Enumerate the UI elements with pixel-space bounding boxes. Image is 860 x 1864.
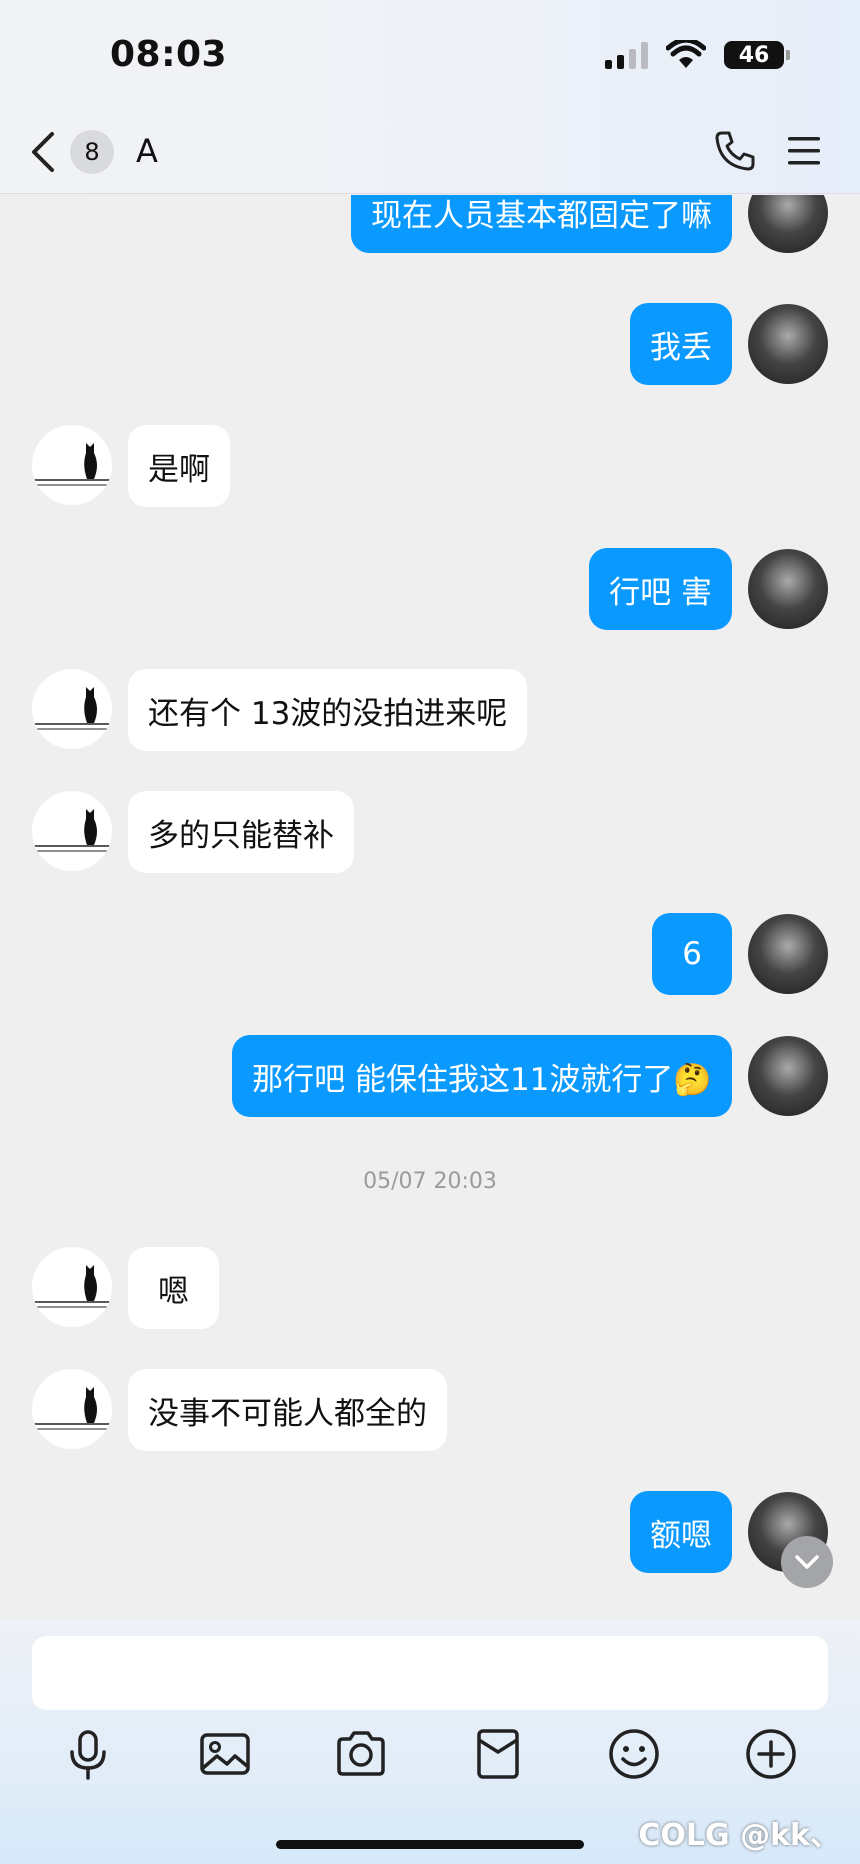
my-avatar[interactable]: [748, 549, 828, 629]
contact-avatar[interactable]: [32, 1247, 112, 1327]
status-icons: 46: [605, 40, 790, 70]
unread-badge[interactable]: 8: [70, 130, 114, 174]
message-bubble-sent[interactable]: 那行吧 能保住我这11波就行了🤔: [232, 1035, 732, 1117]
message-list[interactable]: 现在人员基本都固定了嘛 我丢 是啊 行吧 害 还有个 13波的没拍进来呢 多的只…: [0, 195, 860, 1620]
my-avatar[interactable]: [748, 914, 828, 994]
watermark: COLG @kk、: [638, 1818, 840, 1853]
microphone-icon[interactable]: [60, 1726, 116, 1782]
composer: COLG @kk、: [0, 1620, 860, 1864]
message-input[interactable]: [32, 1636, 828, 1710]
my-avatar[interactable]: [748, 195, 828, 253]
battery-level: 46: [738, 42, 770, 68]
message-bubble-sent[interactable]: 6: [652, 913, 732, 995]
message-bubble-received[interactable]: 多的只能替补: [128, 791, 354, 873]
message-bubble-received[interactable]: 是啊: [128, 425, 230, 507]
cat-silhouette-icon: [32, 1387, 112, 1430]
my-avatar[interactable]: [748, 1036, 828, 1116]
message-bubble-sent[interactable]: 行吧 害: [589, 548, 732, 630]
emoji-icon[interactable]: [606, 1726, 662, 1782]
plus-icon[interactable]: [743, 1726, 799, 1782]
my-avatar[interactable]: [748, 304, 828, 384]
cat-silhouette-icon: [32, 443, 112, 486]
signal-icon: [605, 41, 648, 69]
status-time: 08:03: [110, 34, 228, 75]
chat-title: A: [136, 132, 158, 170]
contact-avatar[interactable]: [32, 791, 112, 871]
time-separator: 05/07 20:03: [363, 1169, 497, 1194]
camera-icon[interactable]: [333, 1726, 389, 1782]
message-bubble-received[interactable]: 嗯: [128, 1247, 219, 1329]
wifi-icon: [666, 40, 706, 68]
message-bubble-received[interactable]: 没事不可能人都全的: [128, 1369, 447, 1451]
battery-icon: 46: [724, 41, 790, 69]
red-packet-icon[interactable]: [470, 1726, 526, 1782]
message-bubble-sent[interactable]: 额嗯: [630, 1491, 732, 1573]
message-bubble-sent[interactable]: 我丢: [630, 303, 732, 385]
home-indicator[interactable]: [276, 1840, 584, 1849]
contact-avatar[interactable]: [32, 425, 112, 505]
cat-silhouette-icon: [32, 687, 112, 730]
scroll-to-bottom-button[interactable]: [781, 1536, 833, 1588]
cat-silhouette-icon: [32, 1265, 112, 1308]
menu-icon[interactable]: [786, 132, 822, 170]
cat-silhouette-icon: [32, 809, 112, 852]
message-bubble-sent[interactable]: 现在人员基本都固定了嘛: [351, 195, 732, 253]
phone-icon[interactable]: [712, 128, 758, 174]
contact-avatar[interactable]: [32, 669, 112, 749]
contact-avatar[interactable]: [32, 1369, 112, 1449]
back-icon[interactable]: [24, 128, 64, 176]
image-icon[interactable]: [197, 1726, 253, 1782]
chevron-down-icon: [795, 1555, 819, 1569]
chat-header: 08:03 46 8 A: [0, 0, 860, 194]
message-bubble-received[interactable]: 还有个 13波的没拍进来呢: [128, 669, 528, 751]
